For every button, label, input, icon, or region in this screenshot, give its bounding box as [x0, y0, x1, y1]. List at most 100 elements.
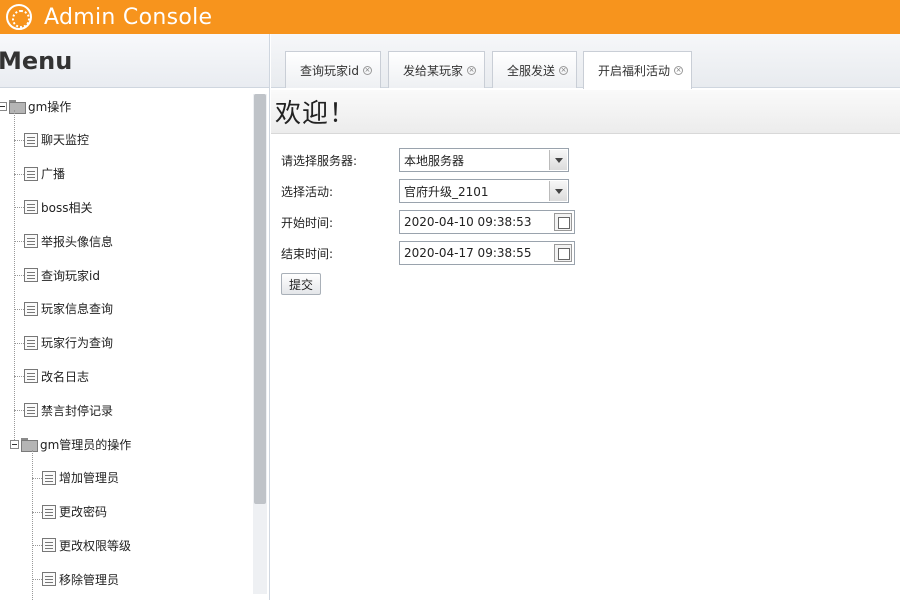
page-icon — [24, 166, 38, 181]
page-icon — [24, 234, 38, 249]
tree-item[interactable]: 广播 — [24, 164, 65, 184]
tree-item[interactable]: 举报头像信息 — [24, 231, 113, 251]
main-panel: 查询玩家id × 发给某玩家 × 全服发送 × 开启福利活动 × 欢迎！ 请选择服务器: 本地… — [271, 34, 900, 600]
end-time-row: 结束时间: 2020-04-17 09:38:55 — [281, 241, 575, 265]
end-time-value: 2020-04-17 09:38:55 — [404, 246, 532, 260]
tree-item-label: 改名日志 — [41, 369, 90, 384]
page-icon — [24, 268, 38, 282]
welcome-header: 欢迎！ — [271, 90, 900, 134]
tree-item[interactable]: 增加管理员 — [42, 468, 119, 488]
tab-1[interactable]: 发给某玩家 × — [388, 51, 486, 88]
activity-row: 选择活动: 官府升级_2101 — [281, 179, 569, 203]
orange-slice-icon — [6, 4, 32, 30]
page-icon — [24, 369, 38, 384]
collapse-icon[interactable] — [10, 439, 19, 449]
tree-item-label: 玩家信息查询 — [41, 302, 114, 317]
tree-item[interactable]: 玩家行为查询 — [24, 333, 113, 353]
tree-connector — [14, 241, 24, 243]
scrollbar-thumb[interactable] — [254, 94, 266, 504]
menu-tree: gm操作聊天监控广播 boss相关举报头像信息 查询玩家id 玩家信息查询 玩家行为查询… — [0, 88, 252, 600]
page-icon — [24, 200, 38, 215]
menu-title: Menu — [0, 46, 73, 75]
collapse-icon[interactable] — [0, 101, 7, 111]
sidebar-header: Menu — [0, 34, 269, 88]
server-label: 请选择服务器: — [281, 153, 358, 168]
close-icon[interactable]: × — [674, 66, 684, 75]
close-icon[interactable]: × — [559, 65, 569, 75]
page-icon — [24, 335, 38, 350]
folder-open-icon — [21, 438, 38, 452]
tree-folder[interactable]: gm管理员的操作 — [10, 434, 131, 454]
tree-connector — [32, 545, 42, 547]
tree-connector — [14, 139, 24, 141]
page-icon — [24, 132, 38, 147]
sidebar-scrollbar[interactable] — [253, 94, 267, 594]
tree-item[interactable]: 玩家信息查询 — [24, 299, 113, 319]
tree-item-label: 举报头像信息 — [41, 234, 114, 249]
tree-item[interactable]: 禁言封停记录 — [24, 400, 113, 420]
tree-item-label: gm操作 — [28, 99, 72, 114]
server-select-value: 本地服务器 — [404, 153, 465, 168]
chevron-down-icon[interactable] — [549, 150, 567, 170]
folder-open-icon — [9, 100, 26, 114]
start-time-input[interactable]: 2020-04-10 09:38:53 — [399, 210, 575, 234]
tree-connector — [32, 579, 42, 581]
tree-item[interactable]: boss相关 — [24, 197, 92, 217]
tree-connector — [32, 511, 42, 513]
tree-item[interactable]: 更改密码 — [42, 502, 107, 522]
tree-item[interactable]: 查询玩家id — [24, 265, 100, 285]
tab-bar: 查询玩家id × 发给某玩家 × 全服发送 × 开启福利活动 × — [271, 34, 900, 89]
tab-label: 开启福利活动 — [598, 64, 671, 78]
activity-select[interactable]: 官府升级_2101 — [399, 179, 569, 203]
end-time-input[interactable]: 2020-04-17 09:38:55 — [399, 241, 575, 265]
page-icon — [24, 301, 38, 316]
tree-folder[interactable]: gm操作 — [0, 96, 71, 116]
calendar-icon[interactable] — [554, 244, 572, 262]
close-icon[interactable]: × — [467, 65, 477, 75]
server-row: 请选择服务器: 本地服务器 — [281, 148, 569, 172]
tree-item-label: 更改密码 — [59, 505, 108, 520]
page-icon — [42, 538, 56, 553]
tab-label: 全服发送 — [507, 63, 556, 78]
close-icon[interactable]: × — [362, 65, 372, 75]
calendar-icon[interactable] — [554, 213, 572, 231]
tree-item-label: 查询玩家id — [41, 268, 100, 283]
tree-item[interactable]: 移除管理员 — [42, 569, 119, 589]
tab-label: 查询玩家id — [300, 63, 359, 78]
tree-item-label: 更改权限等级 — [59, 538, 132, 553]
tree-item-label: 移除管理员 — [59, 572, 120, 587]
tree-item-label: 广播 — [41, 167, 66, 182]
tree-connector — [14, 308, 24, 310]
submit-button[interactable]: 提交 — [281, 273, 322, 295]
page-icon — [24, 403, 38, 418]
chevron-down-icon[interactable] — [549, 181, 567, 201]
tab-2[interactable]: 全服发送 × — [492, 51, 578, 88]
start-time-row: 开始时间: 2020-04-10 09:38:53 — [281, 210, 575, 234]
tree-item-label: 聊天监控 — [41, 133, 90, 148]
tree-item[interactable]: 聊天监控 — [24, 130, 89, 150]
tree-connector — [14, 207, 24, 209]
tree-item-label: 玩家行为查询 — [41, 336, 114, 351]
start-time-value: 2020-04-10 09:38:53 — [404, 215, 532, 229]
tab-label: 发给某玩家 — [403, 63, 464, 78]
app-header: Admin Console — [0, 0, 900, 34]
app-title: Admin Console — [44, 4, 213, 30]
end-time-label: 结束时间: — [281, 246, 334, 261]
page-icon — [42, 504, 56, 519]
tree-item[interactable]: 改名日志 — [24, 366, 89, 386]
tree-item[interactable]: 更改权限等级 — [42, 535, 131, 555]
tree-connector — [14, 342, 24, 344]
tree-connector — [14, 376, 24, 378]
tab-3[interactable]: 开启福利活动 × — [583, 51, 693, 89]
tree-item-label: boss相关 — [41, 200, 93, 215]
tree-item-label: 增加管理员 — [59, 471, 120, 486]
activity-select-value: 官府升级_2101 — [404, 184, 489, 199]
tree-connector — [14, 410, 24, 412]
server-select[interactable]: 本地服务器 — [399, 148, 569, 172]
tab-0[interactable]: 查询玩家id × — [285, 51, 381, 88]
tree-connector — [14, 173, 24, 175]
tree-connector — [14, 275, 24, 276]
page-icon — [42, 572, 56, 587]
sidebar: Menu gm操作聊天监控广播 boss相关举报头像信息 查询玩家id 玩家信息查询玩… — [0, 34, 270, 600]
start-time-label: 开始时间: — [281, 215, 334, 230]
